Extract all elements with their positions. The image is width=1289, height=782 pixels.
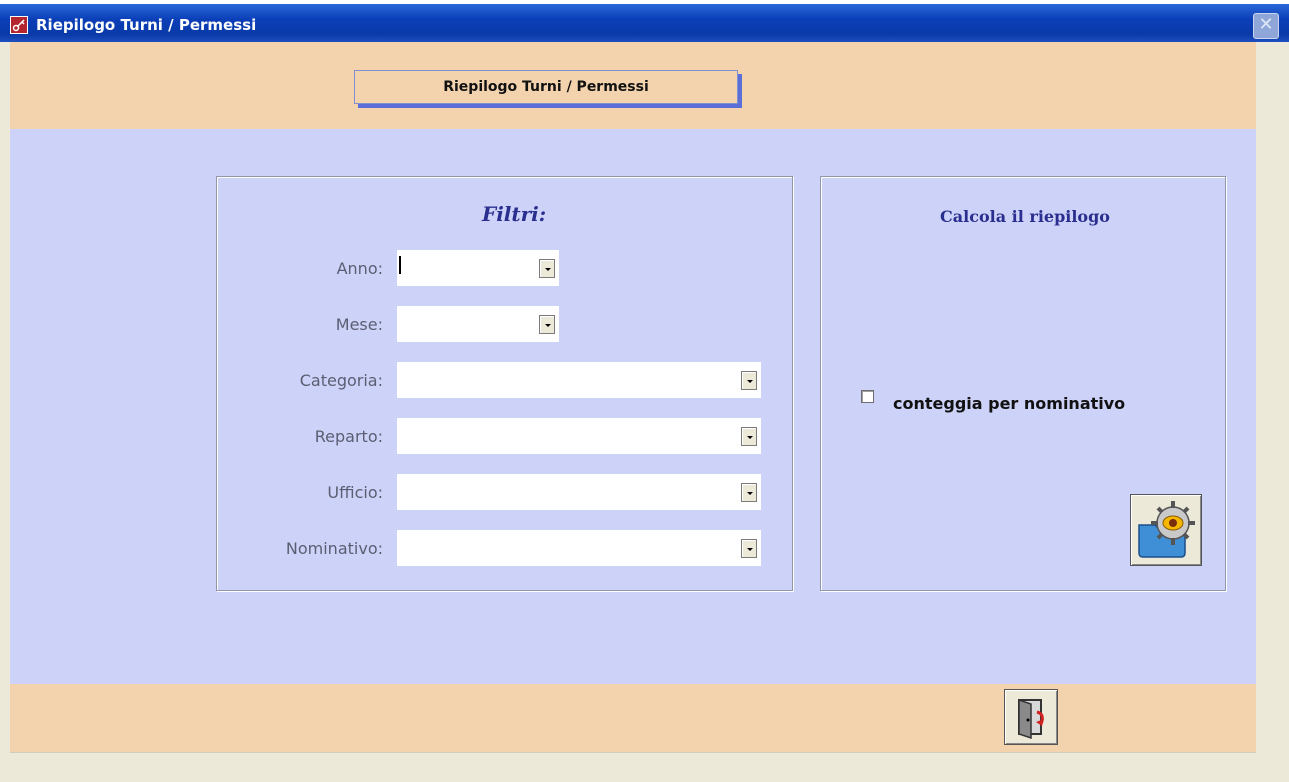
window-frame-left xyxy=(0,42,10,782)
window-bottom-bar xyxy=(10,752,1256,782)
form-header-label: Riepilogo Turni / Permessi xyxy=(354,70,738,104)
reparto-dropdown-icon[interactable] xyxy=(741,427,757,446)
calc-title: Calcola il riepilogo xyxy=(940,207,1110,226)
exit-button[interactable] xyxy=(1004,689,1058,745)
anno-combo[interactable] xyxy=(397,250,559,286)
calculate-gear-icon xyxy=(1138,501,1195,558)
nominativo-dropdown-icon[interactable] xyxy=(741,539,757,558)
conteggia-checkbox[interactable] xyxy=(861,390,874,403)
ufficio-combo[interactable] xyxy=(397,474,761,510)
form-footer xyxy=(10,684,1256,752)
window-title: Riepilogo Turni / Permessi xyxy=(36,16,257,34)
window-frame-right xyxy=(1256,42,1289,782)
mese-combo[interactable] xyxy=(397,306,559,342)
categoria-label: Categoria: xyxy=(299,371,383,390)
ufficio-dropdown-icon[interactable] xyxy=(741,483,757,502)
anno-dropdown-icon[interactable] xyxy=(539,259,555,278)
filters-title: Filtri: xyxy=(482,202,547,226)
reparto-combo[interactable] xyxy=(397,418,761,454)
text-cursor xyxy=(399,256,401,274)
mese-dropdown-icon[interactable] xyxy=(539,315,555,334)
nominativo-label: Nominativo: xyxy=(285,539,383,558)
conteggia-label: conteggia per nominativo xyxy=(893,394,1126,413)
ufficio-label: Ufficio: xyxy=(327,483,383,502)
categoria-dropdown-icon[interactable] xyxy=(741,371,757,390)
nominativo-combo[interactable] xyxy=(397,530,761,566)
calculate-button[interactable] xyxy=(1130,494,1202,566)
categoria-combo[interactable] xyxy=(397,362,761,398)
mese-label: Mese: xyxy=(335,315,383,334)
close-button[interactable]: ✕ xyxy=(1253,13,1279,39)
exit-door-icon xyxy=(1018,698,1044,740)
window-titlebar: Riepilogo Turni / Permessi xyxy=(0,4,1289,42)
anno-label: Anno: xyxy=(336,259,383,278)
app-key-icon xyxy=(10,16,28,34)
reparto-label: Reparto: xyxy=(314,427,383,446)
